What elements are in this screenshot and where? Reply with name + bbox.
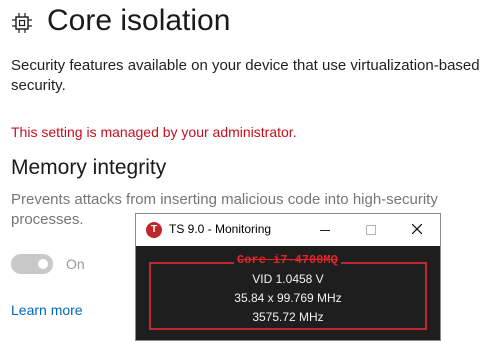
memory-integrity-heading: Memory integrity (11, 156, 167, 179)
maximize-icon (366, 225, 376, 235)
minimize-button[interactable] (302, 214, 348, 246)
close-button[interactable] (394, 214, 440, 246)
vid-readout: VID 1.0458 V (252, 272, 324, 286)
monitoring-titlebar[interactable]: T TS 9.0 - Monitoring (136, 214, 440, 246)
learn-more-link[interactable]: Learn more (11, 302, 83, 318)
page-title: Core isolation (47, 4, 231, 37)
monitoring-window-title: TS 9.0 - Monitoring (169, 222, 272, 236)
monitoring-window: T TS 9.0 - Monitoring Core i7-4700MQ VID… (135, 213, 441, 341)
frequency-readout: 3575.72 MHz (252, 310, 324, 324)
throttlestop-app-icon: T (146, 222, 162, 238)
minimize-icon (320, 230, 330, 231)
memory-integrity-toggle[interactable] (11, 254, 53, 274)
admin-managed-notice: This setting is managed by your administ… (11, 124, 297, 140)
toggle-state-label: On (66, 256, 85, 272)
page-description: Security features available on your devi… (11, 57, 480, 94)
maximize-button[interactable] (348, 214, 394, 246)
cpu-name: Core i7-4700MQ (234, 253, 341, 267)
core-isolation-chip-icon (12, 13, 32, 33)
multiplier-readout: 35.84 x 99.769 MHz (234, 291, 342, 305)
toggle-knob (38, 259, 48, 269)
close-icon (412, 224, 422, 234)
